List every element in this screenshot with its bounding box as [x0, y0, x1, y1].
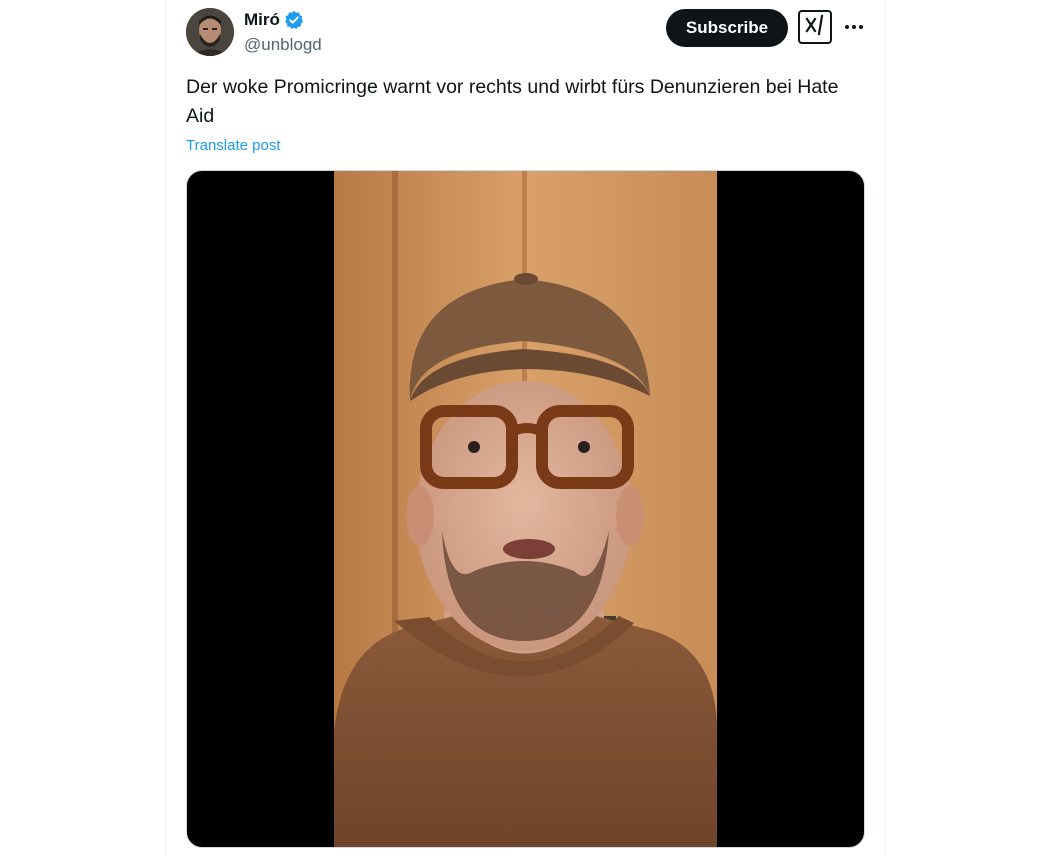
grok-icon — [804, 14, 826, 41]
video-frame — [334, 171, 717, 847]
author-display-name[interactable]: Miró — [244, 9, 280, 31]
video-player[interactable] — [186, 170, 865, 848]
translate-post-link[interactable]: Translate post — [186, 136, 281, 156]
avatar-image — [186, 8, 234, 56]
page: Miró @unblogd Subscribe Der woke Promicr… — [0, 0, 1050, 856]
more-horizontal-icon — [844, 17, 864, 35]
avatar[interactable] — [186, 8, 234, 56]
verified-badge-icon — [284, 10, 304, 30]
subscribe-button[interactable]: Subscribe — [666, 9, 788, 47]
grok-button[interactable] — [798, 10, 832, 44]
more-options-button[interactable] — [840, 12, 868, 40]
author-name-row[interactable]: Miró — [244, 9, 304, 31]
author-handle[interactable]: @unblogd — [244, 34, 322, 56]
post-text: Der woke Promicringe warnt vor rechts un… — [186, 76, 839, 127]
